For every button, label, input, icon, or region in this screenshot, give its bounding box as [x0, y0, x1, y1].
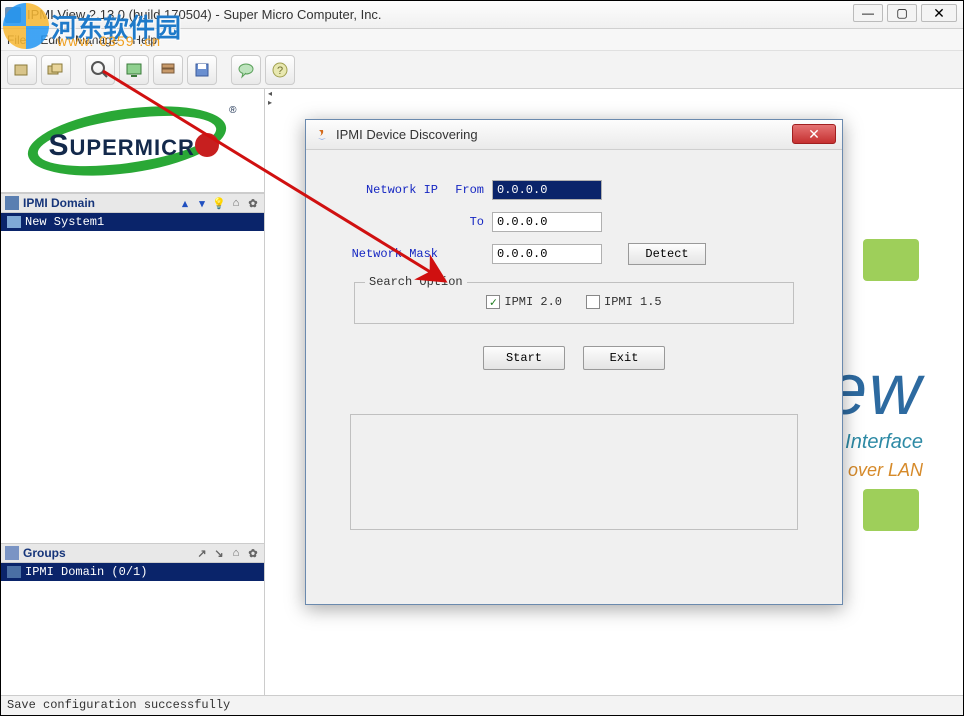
- ipmi20-checkbox[interactable]: [486, 295, 500, 309]
- minimize-button[interactable]: —: [853, 4, 883, 22]
- dialog-body: Network IP From To Network Mask Detect S…: [306, 150, 842, 540]
- mask-label: Network Mask: [334, 247, 438, 261]
- groups-panel-body: IPMI Domain (0/1): [1, 563, 264, 695]
- dialog-title: IPMI Device Discovering: [336, 127, 478, 142]
- ipmi20-label: IPMI 2.0: [504, 295, 562, 309]
- new-system-button[interactable]: [7, 55, 37, 85]
- close-button[interactable]: ✕: [921, 4, 957, 22]
- discover-dialog: IPMI Device Discovering ✕ Network IP Fro…: [305, 119, 843, 605]
- new-group-button[interactable]: [41, 55, 71, 85]
- logo-area: SUPERMICR ®: [1, 89, 264, 193]
- dialog-close-button[interactable]: ✕: [792, 124, 836, 144]
- sort-asc-icon[interactable]: ▴: [178, 196, 192, 210]
- group-action-1-icon[interactable]: ↗: [195, 546, 209, 560]
- toolbar: ?: [1, 51, 963, 89]
- to-label: To: [438, 215, 484, 229]
- bulb-icon[interactable]: 💡: [212, 196, 226, 210]
- title-bar: IPMI View 2.13.0 (build 170504) - Super …: [1, 1, 963, 29]
- sidebar-collapse-handle[interactable]: ◂▸: [265, 89, 275, 105]
- app-icon: [5, 7, 21, 23]
- system-icon: [7, 216, 21, 228]
- groups-icon: [5, 546, 19, 560]
- menu-bar: File Edit Manage Help: [1, 29, 963, 51]
- from-label: From: [438, 183, 484, 197]
- group-tree-item[interactable]: IPMI Domain (0/1): [1, 563, 264, 581]
- decoration-box-1: [863, 239, 919, 281]
- network-ip-label: Network IP: [334, 183, 438, 197]
- group-action-2-icon[interactable]: ↘: [212, 546, 226, 560]
- start-button[interactable]: Start: [483, 346, 565, 370]
- gear-icon[interactable]: ✿: [246, 196, 260, 210]
- svg-text:?: ?: [277, 65, 283, 77]
- group-item-label: IPMI Domain (0/1): [25, 565, 147, 579]
- home-icon[interactable]: ⌂: [229, 196, 243, 210]
- dialog-title-bar: IPMI Device Discovering ✕: [306, 120, 842, 150]
- save-button[interactable]: [187, 55, 217, 85]
- domain-panel-body: New System1: [1, 213, 264, 543]
- window-controls: — ▢ ✕: [853, 4, 957, 22]
- domain-panel-header: IPMI Domain ▴ ▾ 💡 ⌂ ✿: [1, 193, 264, 213]
- exit-button[interactable]: Exit: [583, 346, 665, 370]
- ipmi15-option[interactable]: IPMI 1.5: [586, 295, 662, 309]
- servers-button[interactable]: [153, 55, 183, 85]
- menu-manage[interactable]: Manage: [75, 33, 118, 47]
- supermicro-logo: SUPERMICR ®: [23, 101, 243, 181]
- search-option-fieldset: Search Option IPMI 2.0 IPMI 1.5: [354, 282, 794, 324]
- menu-edit[interactable]: Edit: [40, 33, 61, 47]
- maximize-button[interactable]: ▢: [887, 4, 917, 22]
- ipmi15-checkbox[interactable]: [586, 295, 600, 309]
- ip-to-input[interactable]: [492, 212, 602, 232]
- group-home-icon[interactable]: ⌂: [229, 546, 243, 560]
- detect-button[interactable]: Detect: [628, 243, 706, 265]
- sidebar: SUPERMICR ® IPMI Domain ▴ ▾ 💡 ⌂ ✿ New Sy…: [1, 89, 265, 695]
- chat-button[interactable]: [231, 55, 261, 85]
- domain-header-label: IPMI Domain: [23, 196, 95, 210]
- sort-desc-icon[interactable]: ▾: [195, 196, 209, 210]
- group-gear-icon[interactable]: ✿: [246, 546, 260, 560]
- ip-mask-input[interactable]: [492, 244, 602, 264]
- ip-from-input[interactable]: [492, 180, 602, 200]
- menu-file[interactable]: File: [7, 33, 26, 47]
- menu-help[interactable]: Help: [132, 33, 157, 47]
- ipmi15-label: IPMI 1.5: [604, 295, 662, 309]
- monitor-button[interactable]: [119, 55, 149, 85]
- groups-header-label: Groups: [23, 546, 66, 560]
- domain-icon: [5, 196, 19, 210]
- discover-button[interactable]: [85, 55, 115, 85]
- java-icon: [314, 127, 330, 143]
- search-option-legend: Search Option: [365, 275, 467, 289]
- ipmi20-option[interactable]: IPMI 2.0: [486, 295, 562, 309]
- decoration-box-2: [863, 489, 919, 531]
- group-item-icon: [7, 566, 21, 578]
- status-text: Save configuration successfully: [7, 698, 230, 712]
- status-bar: Save configuration successfully: [1, 695, 963, 715]
- help-button[interactable]: ?: [265, 55, 295, 85]
- system-label: New System1: [25, 215, 104, 229]
- dialog-result-area: [350, 414, 798, 530]
- groups-panel-header: Groups ↗ ↘ ⌂ ✿: [1, 543, 264, 563]
- window-title: IPMI View 2.13.0 (build 170504) - Super …: [27, 7, 382, 22]
- system-tree-item[interactable]: New System1: [1, 213, 264, 231]
